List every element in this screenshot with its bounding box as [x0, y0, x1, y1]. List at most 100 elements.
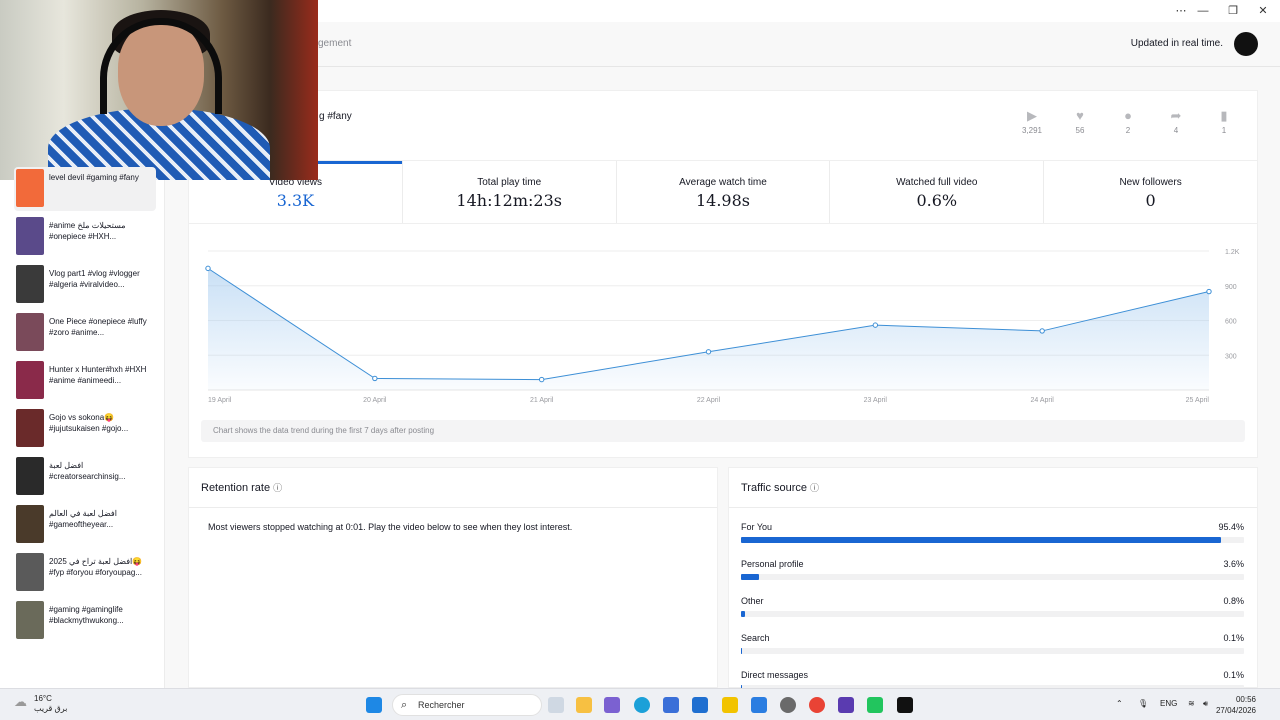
sidebar-video-item[interactable]: #gaming #gaminglife #blackmythwukong... [14, 599, 156, 643]
retention-title: Retention rate ⓘ [201, 481, 283, 494]
retention-header: Retention rate ⓘ [189, 468, 717, 508]
video-stat: ♥ 56 [1065, 109, 1095, 136]
traffic-bar-fill [741, 574, 760, 580]
metric-tab[interactable]: Average watch time 14.98s [615, 161, 830, 223]
wifi-icon[interactable]: ≋ [1188, 699, 1195, 708]
sidebar-video-item[interactable]: One Piece #onepiece #luffy #zoro #anime.… [14, 311, 156, 355]
metric-tab[interactable]: Watched full video 0.6% [829, 161, 1043, 223]
x-tick-label: 24 April [1030, 397, 1054, 404]
data-point[interactable] [372, 375, 378, 382]
traffic-header: Traffic source ⓘ [729, 468, 1257, 508]
stat-value: 3,291 [1021, 126, 1043, 135]
metric-tabs: Video views 3.3K Total play time 14h:12m:23… [188, 160, 1258, 224]
store-icon[interactable] [663, 697, 679, 713]
traffic-label: Other [741, 596, 764, 606]
windows-start-icon[interactable] [366, 697, 382, 713]
play-icon: ▶ [1027, 108, 1037, 123]
data-point[interactable] [205, 265, 211, 272]
traffic-row: For You 95.4% [741, 522, 1244, 552]
video-title: #gaming #gaminglife #blackmythwukong... [49, 605, 124, 625]
traffic-percent: 0.1% [1223, 670, 1244, 680]
tiktok-icon[interactable] [897, 697, 913, 713]
y-tick-label: 1.2K [1225, 249, 1240, 256]
traffic-bar-track [741, 648, 1244, 654]
taskbar-search[interactable]: ⌕ Rechercher [392, 694, 542, 716]
video-title: Vlog part1 #vlog #vlogger #algeria #vira… [49, 269, 140, 289]
data-point[interactable] [705, 349, 712, 355]
metric-value: 0 [1145, 191, 1156, 210]
data-point[interactable] [538, 376, 545, 383]
retention-card: Retention rate ⓘ Most viewers stopped wat… [188, 467, 718, 688]
video-stat: ▮ 1 [1209, 108, 1239, 136]
traffic-label: Search [741, 633, 770, 643]
video-summary-card: g #fany ▶ 3,291 ♥ 56 ● 2 ➦ 4 ▮ 1 [188, 90, 1258, 160]
app-icon[interactable] [838, 697, 854, 713]
x-tick-label: 23 April [864, 397, 888, 404]
sidebar-video-item[interactable]: افضل لعبة #creatorsearchinsig... [14, 455, 156, 499]
stat-value: 56 [1075, 126, 1085, 135]
series-area [208, 268, 1209, 390]
breadcrumb[interactable]: gement [318, 38, 351, 49]
copilot-icon[interactable] [604, 697, 620, 713]
chart-note: Chart shows the data trend during the fi… [201, 420, 1245, 442]
video-title: افضل لعبة تراح في 2025😝 #fyp #foryou #fo… [49, 557, 143, 577]
task-view-icon[interactable] [548, 697, 564, 713]
video-stat: ➦ 4 [1161, 109, 1191, 136]
mail-icon[interactable] [751, 697, 767, 713]
info-icon[interactable]: ⓘ [273, 481, 282, 494]
x-tick-label: 20 April [363, 397, 387, 404]
sidebar-video-item[interactable]: Vlog part1 #vlog #vlogger #algeria #vira… [14, 263, 156, 307]
metric-value: 14h:12m:23s [456, 191, 562, 210]
video-title: افضل لعبة في العالم #gameoftheyear... [49, 509, 117, 529]
video-thumbnail [16, 169, 44, 207]
data-point[interactable] [1039, 328, 1045, 334]
taskbar-clock[interactable]: 00:56 27/04/2026 [1216, 694, 1256, 716]
updated-label: Updated in real time. [1130, 38, 1223, 49]
kick-icon[interactable] [867, 697, 883, 713]
metric-label: Total play time [477, 177, 542, 188]
metric-tab[interactable]: New followers 0 [1043, 161, 1257, 223]
sidebar-video-item[interactable]: افضل لعبة تراح في 2025😝 #fyp #foryou #fo… [14, 551, 156, 595]
sidebar-video-item[interactable]: #anime مستحيلات ملخ #onepiece #HXH... [14, 215, 156, 259]
sidebar-video-list: level devil #gaming #fany #anime مستحيلات… [0, 167, 165, 688]
webcam-overlay [0, 0, 318, 180]
restore-button[interactable]: ❐ [1218, 3, 1248, 19]
file-explorer-icon[interactable] [576, 697, 592, 713]
data-point[interactable] [1206, 288, 1212, 295]
video-stat: ● 2 [1113, 109, 1143, 136]
chevron-up-icon[interactable]: ⌃ [1116, 699, 1123, 708]
metric-label: Watched full video [896, 177, 978, 188]
video-stat: ▶ 3,291 [1017, 108, 1047, 136]
app-icon[interactable] [692, 697, 708, 713]
language-indicator[interactable]: ENG [1160, 699, 1177, 708]
data-point[interactable] [872, 322, 879, 328]
info-icon[interactable]: ⓘ [810, 481, 819, 494]
sidebar-video-item[interactable]: Hunter x Hunter#hxh #HXH #anime #animeed… [14, 359, 156, 403]
metric-tab[interactable]: Total play time 14h:12m:23s [401, 161, 616, 223]
sidebar-video-item[interactable]: افضل لعبة في العالم #gameoftheyear... [14, 503, 156, 547]
avatar[interactable] [1234, 32, 1258, 56]
app-icon[interactable] [722, 697, 738, 713]
sidebar-video-item[interactable]: level devil #gaming #fany [14, 167, 156, 211]
settings-icon[interactable] [780, 697, 796, 713]
sidebar-video-item[interactable]: Gojo vs sokona😝 #jujutsukaisen #gojo... [14, 407, 156, 451]
video-title: Hunter x Hunter#hxh #HXH #anime #animeed… [49, 365, 147, 385]
views-chart-card: 1.2K 900 600 300 19 April 20 April 21 April 22 … [188, 224, 1258, 458]
minimize-button[interactable]: — [1188, 3, 1218, 19]
chrome-icon[interactable] [809, 697, 825, 713]
traffic-label: For You [741, 522, 773, 532]
cloud-icon: ☁ [14, 694, 27, 709]
bookmark-icon: ▮ [1220, 108, 1228, 123]
traffic-percent: 0.8% [1223, 596, 1244, 606]
traffic-source-card: Traffic source ⓘ For You 95.4% Personal pro… [728, 467, 1258, 691]
edge-icon[interactable] [634, 697, 650, 713]
metric-value: 14.98s [695, 191, 750, 210]
traffic-row: Other 0.8% [741, 596, 1244, 626]
close-button[interactable]: ✕ [1248, 3, 1278, 19]
volume-icon[interactable]: 🔊︎ [1203, 699, 1208, 709]
video-thumbnail [16, 553, 44, 591]
video-thumbnail [16, 409, 44, 447]
y-tick-label: 300 [1225, 353, 1237, 360]
video-title: level devil #gaming #fany [49, 173, 139, 182]
microphone-icon[interactable]: 🎙︎ [1138, 699, 1148, 708]
